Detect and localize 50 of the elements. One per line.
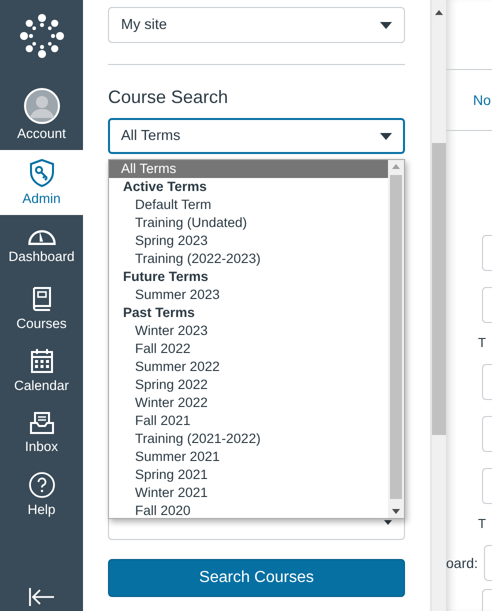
field-label: T (478, 516, 486, 531)
dropdown-option[interactable]: Summer 2023 (109, 286, 388, 304)
site-select[interactable]: My site (108, 7, 405, 43)
field-label: T (478, 335, 486, 350)
nav-item[interactable]: Calendar (0, 339, 83, 401)
nav-item[interactable]: Dashboard (0, 215, 83, 277)
term-select[interactable]: All Terms (108, 118, 405, 154)
dropdown-option[interactable]: Fall 2022 (109, 340, 388, 358)
book-icon (30, 286, 52, 312)
dropdown-option[interactable]: Spring 2021 (109, 466, 388, 484)
up-arrow-icon[interactable] (435, 10, 443, 15)
dropdown-option[interactable]: Winter 2023 (109, 322, 388, 340)
down-arrow-icon[interactable] (392, 509, 400, 514)
collapse-icon[interactable] (28, 587, 56, 607)
section-heading: Course Search (108, 87, 230, 108)
nav-item[interactable]: Account (0, 78, 83, 150)
field-label: oard: (446, 555, 478, 571)
logo-icon[interactable] (20, 14, 64, 58)
gauge-icon (28, 228, 56, 244)
dropdown-option[interactable]: Fall 2020 (109, 502, 388, 520)
scrollbar[interactable] (388, 160, 404, 518)
dropdown-option[interactable]: Winter 2022 (109, 394, 388, 412)
inbox-icon (28, 410, 54, 434)
nav-item[interactable]: Admin (0, 150, 83, 215)
caret-icon (380, 132, 392, 140)
dropdown-option[interactable]: Fall 2021 (109, 412, 388, 430)
search-courses-button[interactable]: Search Courses (108, 559, 405, 597)
nav-item[interactable]: Courses (0, 277, 83, 339)
dropdown-option[interactable]: Default Term (109, 196, 388, 214)
dropdown-option[interactable]: Summer 2022 (109, 358, 388, 376)
dropdown-option[interactable]: Training (2022-2023) (109, 250, 388, 268)
calendar-icon (30, 348, 54, 374)
dropdown-option[interactable]: Training (2021-2022) (109, 430, 388, 448)
nav-item[interactable]: Help (0, 463, 83, 525)
scrollbar[interactable] (430, 0, 446, 611)
avatar-icon (24, 88, 60, 124)
shield-key-icon (28, 159, 54, 187)
dropdown-option[interactable]: Spring 2022 (109, 376, 388, 394)
dropdown-option[interactable]: All Terms (109, 160, 388, 178)
dropdown-option[interactable]: Summer 2021 (109, 448, 388, 466)
caret-icon (380, 22, 392, 28)
link[interactable]: No (473, 92, 491, 108)
dropdown-option[interactable]: Spring 2023 (109, 232, 388, 250)
option-group-label: Future Terms (122, 268, 210, 286)
option-group-label: Active Terms (122, 178, 208, 196)
option-group-label: Past Terms (122, 304, 196, 322)
help-icon (28, 472, 54, 498)
dropdown-option[interactable]: Winter 2021 (109, 484, 388, 502)
dropdown-option[interactable]: Training (Undated) (109, 214, 388, 232)
nav-item[interactable]: Inbox (0, 401, 83, 463)
